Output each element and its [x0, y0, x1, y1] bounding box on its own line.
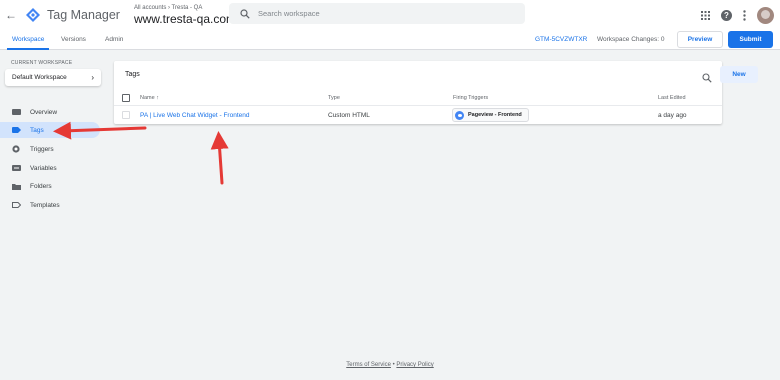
card-title: Tags: [125, 71, 140, 78]
footer: Terms of Service • Privacy Policy: [0, 362, 780, 368]
sidebar-item-templates[interactable]: Templates: [0, 197, 100, 213]
chevron-right-icon: ›: [91, 73, 94, 82]
trigger-label: Pageview - Frontend: [468, 112, 522, 118]
column-header-type[interactable]: Type: [328, 95, 340, 101]
pageview-icon: [455, 110, 464, 120]
last-edited: a day ago: [658, 112, 687, 119]
more-vert-icon[interactable]: [743, 9, 746, 21]
variables-icon: [11, 164, 21, 172]
search-icon: [240, 8, 250, 19]
tab-versions[interactable]: Versions: [61, 36, 86, 43]
workspace-changes-count: Workspace Changes: 0: [597, 36, 665, 43]
sidebar-item-label: Triggers: [30, 145, 54, 153]
sidebar-item-label: Folders: [30, 182, 52, 190]
privacy-link[interactable]: Privacy Policy: [396, 362, 433, 368]
column-header-name[interactable]: Name ↑: [140, 95, 159, 101]
terms-link[interactable]: Terms of Service: [346, 362, 391, 368]
tag-name-link[interactable]: PA | Live Web Chat Widget - Frontend: [140, 112, 249, 119]
search-icon[interactable]: [702, 70, 712, 88]
annotation-arrow-tag-name: [210, 131, 229, 185]
top-bar: ← Tag Manager All accounts › Tresta - QA…: [0, 0, 780, 30]
folder-icon: [11, 182, 21, 190]
active-tab-indicator: [7, 48, 49, 50]
avatar[interactable]: [757, 6, 774, 24]
search-placeholder: Search workspace: [258, 9, 320, 18]
header-divider: [114, 105, 722, 106]
new-tag-button[interactable]: New: [720, 66, 758, 83]
apps-grid-icon[interactable]: [701, 10, 710, 20]
annotation-overlay: [53, 121, 229, 185]
help-icon[interactable]: ?: [721, 9, 732, 21]
sidebar-item-variables[interactable]: Variables: [0, 160, 100, 176]
row-checkbox[interactable]: [122, 111, 130, 119]
footer-separator: •: [392, 362, 395, 368]
column-header-last-edited[interactable]: Last Edited: [658, 95, 686, 101]
container-name[interactable]: www.tresta-qa.com: [134, 13, 236, 25]
submit-button[interactable]: Submit: [728, 31, 773, 48]
sidebar-item-label: Templates: [30, 201, 60, 209]
workspace-nav-bar: Workspace Versions Admin GTM-5CVZWTXR Wo…: [0, 30, 780, 50]
select-all-checkbox[interactable]: [122, 94, 130, 102]
tab-admin[interactable]: Admin: [105, 36, 123, 43]
tag-icon: [11, 126, 21, 134]
workspace-name: Default Workspace: [12, 74, 67, 81]
sidebar-item-triggers[interactable]: Triggers: [0, 141, 100, 157]
trigger-icon: [11, 145, 21, 153]
sidebar-item-label: Tags: [30, 126, 44, 134]
sidebar-item-folders[interactable]: Folders: [0, 178, 100, 194]
templates-icon: [11, 201, 21, 209]
tab-workspace[interactable]: Workspace: [12, 36, 44, 43]
sidebar-item-label: Overview: [30, 108, 58, 116]
trigger-chip[interactable]: Pageview - Frontend: [452, 108, 529, 122]
sidebar-item-tags[interactable]: Tags: [0, 122, 100, 138]
overview-icon: [11, 108, 21, 116]
back-arrow-icon[interactable]: ←: [5, 8, 19, 22]
gtm-logo-icon[interactable]: [25, 7, 41, 23]
container-id-link[interactable]: GTM-5CVZWTXR: [535, 36, 587, 43]
workspace-selector[interactable]: Default Workspace ›: [5, 69, 101, 86]
current-workspace-label: CURRENT WORKSPACE: [11, 60, 73, 66]
column-header-firing-triggers[interactable]: Firing Triggers: [453, 95, 488, 101]
sidebar-item-label: Variables: [30, 164, 57, 172]
preview-button[interactable]: Preview: [677, 31, 723, 48]
app-title: Tag Manager: [47, 8, 120, 22]
sidebar-item-overview[interactable]: Overview: [0, 104, 100, 120]
svg-text:?: ?: [724, 11, 729, 20]
tag-type: Custom HTML: [328, 112, 370, 119]
search-input[interactable]: Search workspace: [229, 3, 525, 24]
